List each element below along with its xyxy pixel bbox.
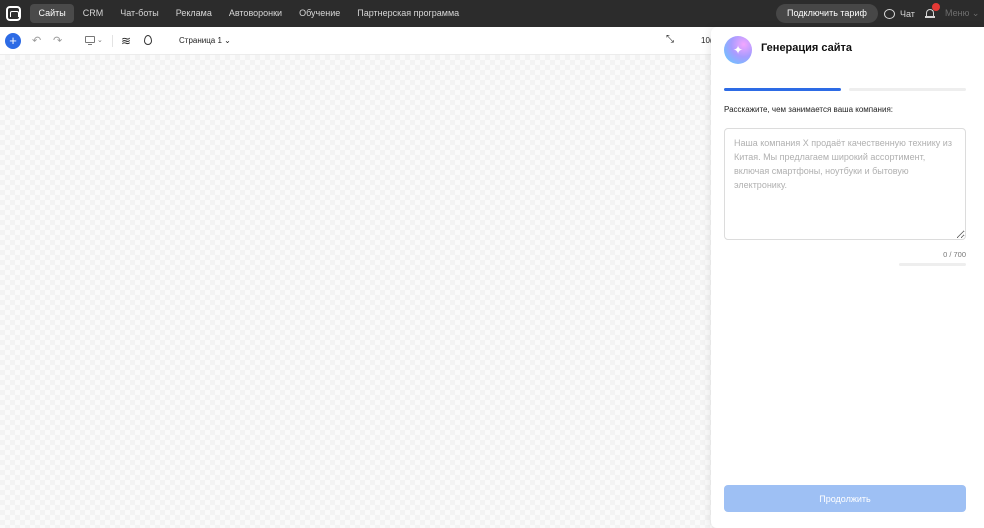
nav-item-partner-program[interactable]: Партнерская программа bbox=[349, 4, 468, 23]
chat-bubble-icon bbox=[884, 8, 895, 19]
notification-dot bbox=[932, 3, 940, 11]
step-progress-active bbox=[724, 88, 841, 91]
top-navigation-bar: Сайты CRM Чат-боты Реклама Автоворонки О… bbox=[0, 0, 984, 27]
nav-item-funnels[interactable]: Автоворонки bbox=[220, 4, 290, 23]
bell-icon-base bbox=[925, 16, 935, 18]
device-preview-icon[interactable] bbox=[85, 36, 95, 46]
sparkle-icon bbox=[724, 36, 752, 64]
company-question-label: Расскажите, чем занимается ваша компания… bbox=[724, 105, 893, 114]
menu-button[interactable]: Меню ⌄ bbox=[945, 0, 979, 27]
editor-canvas[interactable] bbox=[0, 55, 712, 528]
collapse-icon[interactable]: ⤡ bbox=[666, 34, 674, 45]
add-element-button[interactable]: + bbox=[5, 33, 21, 49]
page-selector-label: Страница 1 bbox=[179, 36, 222, 45]
undo-icon[interactable]: ↶ bbox=[32, 34, 41, 48]
character-count-bar bbox=[899, 263, 966, 266]
nav-item-sites[interactable]: Сайты bbox=[30, 4, 75, 23]
app-logo-icon[interactable] bbox=[6, 6, 21, 21]
continue-button[interactable]: Продолжить bbox=[724, 485, 966, 512]
nav-item-chatbots[interactable]: Чат-боты bbox=[112, 4, 167, 23]
nav-item-learning[interactable]: Обучение bbox=[291, 4, 349, 23]
site-generation-panel: Генерация сайта Расскажите, чем занимает… bbox=[711, 27, 984, 528]
company-description-input[interactable] bbox=[724, 128, 966, 240]
page-selector[interactable]: Страница 1 ⌄ bbox=[179, 35, 231, 47]
notifications-button[interactable] bbox=[925, 3, 940, 19]
chevron-down-icon: ⌄ bbox=[224, 36, 231, 45]
nav-item-crm[interactable]: CRM bbox=[74, 4, 112, 23]
character-counter: 0 / 700 bbox=[943, 250, 966, 259]
connect-tariff-button[interactable]: Подключить тариф bbox=[776, 4, 878, 23]
theme-color-icon[interactable] bbox=[144, 35, 152, 45]
chat-button[interactable]: Чат bbox=[884, 0, 915, 27]
layers-icon[interactable]: ≋ bbox=[121, 34, 131, 48]
chat-label: Чат bbox=[900, 8, 915, 19]
toolbar-divider bbox=[112, 35, 113, 47]
panel-title: Генерация сайта bbox=[761, 42, 853, 54]
nav-item-ads[interactable]: Реклама bbox=[167, 4, 220, 23]
main-nav: Сайты CRM Чат-боты Реклама Автоворонки О… bbox=[30, 0, 468, 27]
redo-icon[interactable]: ↷ bbox=[53, 34, 62, 48]
step-progress-inactive bbox=[849, 88, 966, 91]
chevron-down-icon: ⌄ bbox=[971, 8, 980, 18]
menu-label: Меню bbox=[945, 8, 970, 18]
chevron-down-icon[interactable]: ⌄ bbox=[97, 36, 103, 44]
